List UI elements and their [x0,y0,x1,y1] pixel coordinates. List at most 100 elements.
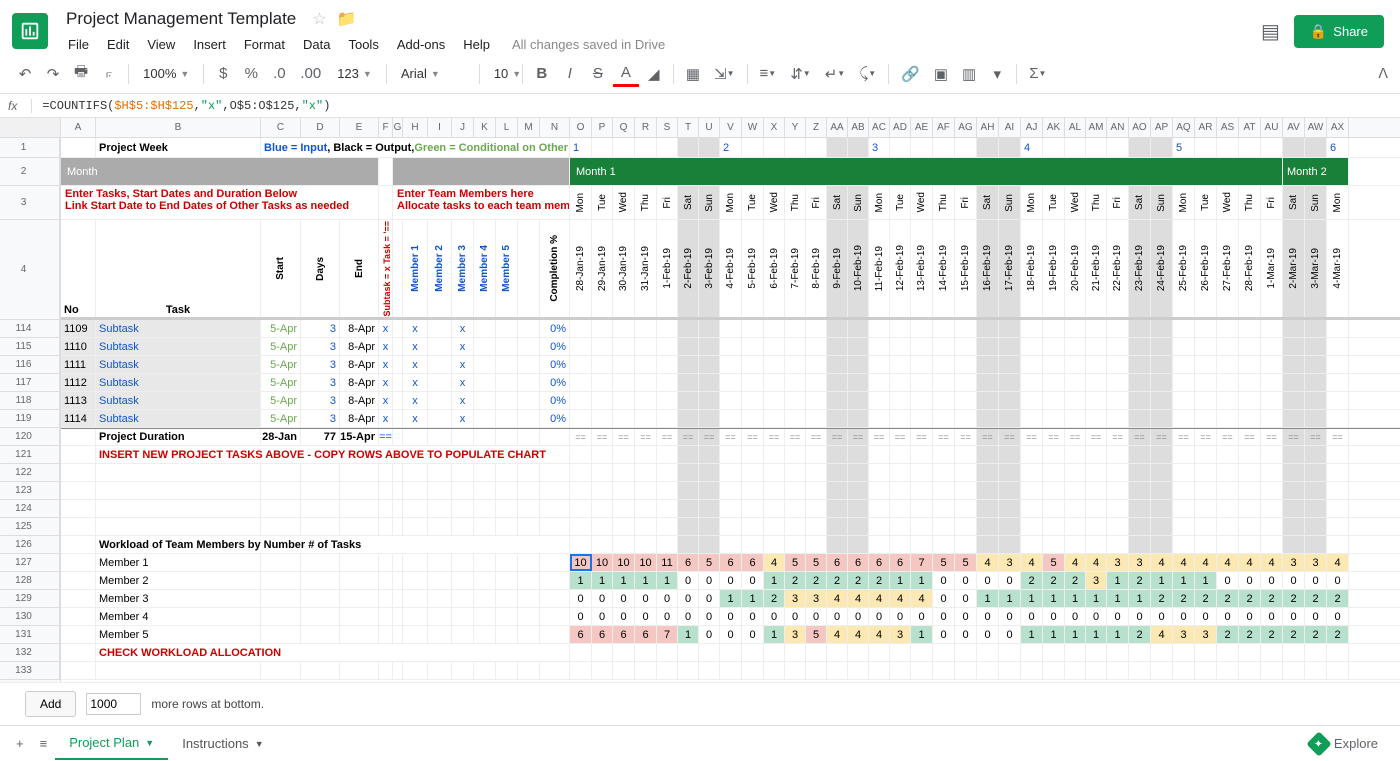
cell[interactable]: 4 [1261,554,1283,571]
cell[interactable] [977,320,999,337]
cell[interactable] [1021,482,1043,499]
cell[interactable] [1151,446,1173,463]
cell[interactable] [496,392,518,409]
cell[interactable]: x [452,392,474,409]
cell[interactable] [496,590,518,607]
cell[interactable] [742,518,764,535]
cell[interactable] [1283,446,1305,463]
row-header[interactable]: 114 [0,320,60,338]
col-header-AX[interactable]: AX [1327,118,1349,137]
v-align-button[interactable]: ⇵▼ [784,61,817,87]
cell[interactable] [977,464,999,481]
cell[interactable]: 4 [1065,554,1086,571]
cell[interactable] [1065,356,1086,373]
cell[interactable] [848,482,869,499]
cell[interactable]: 10-Feb-19 [848,220,869,317]
cell[interactable] [1021,338,1043,355]
cell[interactable]: Fri [1107,186,1129,219]
cell[interactable]: 1110 [61,338,96,355]
cell[interactable] [1173,482,1195,499]
col-header-AN[interactable]: AN [1107,118,1129,137]
borders-button[interactable]: ▦ [680,61,706,87]
cell[interactable] [657,482,678,499]
cell[interactable]: 24-Feb-19 [1151,220,1173,317]
cell[interactable]: Fri [1261,186,1283,219]
cell[interactable]: Sat [678,186,699,219]
cell[interactable] [785,446,806,463]
col-header-AK[interactable]: AK [1043,118,1065,137]
cell[interactable] [1305,536,1327,553]
cell[interactable]: Member 5 [496,220,518,317]
col-header-AE[interactable]: AE [911,118,933,137]
cell[interactable]: Mon [1173,186,1195,219]
cell[interactable] [474,572,496,589]
cell[interactable] [570,392,592,409]
cell[interactable] [1065,662,1086,679]
cell[interactable] [1217,662,1239,679]
cell[interactable] [785,320,806,337]
explore-button[interactable]: ✦ Explore [1296,729,1392,759]
cell[interactable]: == [933,429,955,445]
font-size-select[interactable]: 10▼ [486,62,516,85]
cell[interactable] [848,356,869,373]
cell[interactable] [452,518,474,535]
cell[interactable] [977,392,999,409]
cell[interactable] [890,392,911,409]
all-sheets-button[interactable]: ≡ [32,730,56,757]
cell[interactable] [540,572,570,589]
cell[interactable] [518,554,540,571]
col-header-AQ[interactable]: AQ [1173,118,1195,137]
cell[interactable] [1065,338,1086,355]
col-header-T[interactable]: T [678,118,699,137]
cell[interactable] [742,446,764,463]
row-header[interactable]: 120 [0,428,60,446]
cell[interactable] [261,572,301,589]
cell[interactable] [1261,374,1283,391]
cell[interactable] [806,518,827,535]
cell[interactable] [1173,536,1195,553]
cell[interactable] [1107,518,1129,535]
cell[interactable]: 2 [1261,590,1283,607]
cell[interactable]: 5-Apr [261,374,301,391]
cell[interactable]: == [764,429,785,445]
cell[interactable]: == [1043,429,1065,445]
col-header-G[interactable]: G [393,118,403,137]
cell[interactable]: 0 [1305,608,1327,625]
cell[interactable]: 2 [1261,626,1283,643]
cell[interactable] [806,464,827,481]
cell[interactable] [1239,500,1261,517]
cell[interactable] [61,429,96,445]
cell[interactable]: Tue [1195,186,1217,219]
cell[interactable] [428,554,452,571]
cell[interactable]: 2 [1327,626,1349,643]
cell[interactable]: Wed [764,186,785,219]
cell[interactable]: Task [96,220,261,317]
cell[interactable] [699,138,720,157]
cell[interactable] [678,644,699,661]
cell[interactable]: 28-Jan-19 [570,220,592,317]
cell[interactable] [379,158,393,185]
cell[interactable] [518,374,540,391]
cell[interactable] [340,554,379,571]
cell[interactable]: 1 [1065,590,1086,607]
cell[interactable] [1217,410,1239,427]
row-header[interactable]: 128 [0,572,60,590]
cell[interactable] [955,536,977,553]
cell[interactable] [61,626,96,643]
col-header-AD[interactable]: AD [890,118,911,137]
cell[interactable] [657,374,678,391]
cell[interactable] [1151,464,1173,481]
cell[interactable]: 0 [977,626,999,643]
cell[interactable] [785,464,806,481]
cell[interactable] [1107,662,1129,679]
cell[interactable] [848,446,869,463]
cell[interactable] [848,338,869,355]
cell[interactable] [1086,392,1107,409]
cell[interactable] [827,662,848,679]
cell[interactable] [1173,410,1195,427]
cell[interactable]: CHECK WORKLOAD ALLOCATION [96,644,570,661]
legend-cell[interactable]: Blue = Input, Black = Output, Green = Co… [261,138,570,157]
cell[interactable] [635,320,657,337]
cell[interactable] [933,374,955,391]
cell[interactable] [1086,374,1107,391]
